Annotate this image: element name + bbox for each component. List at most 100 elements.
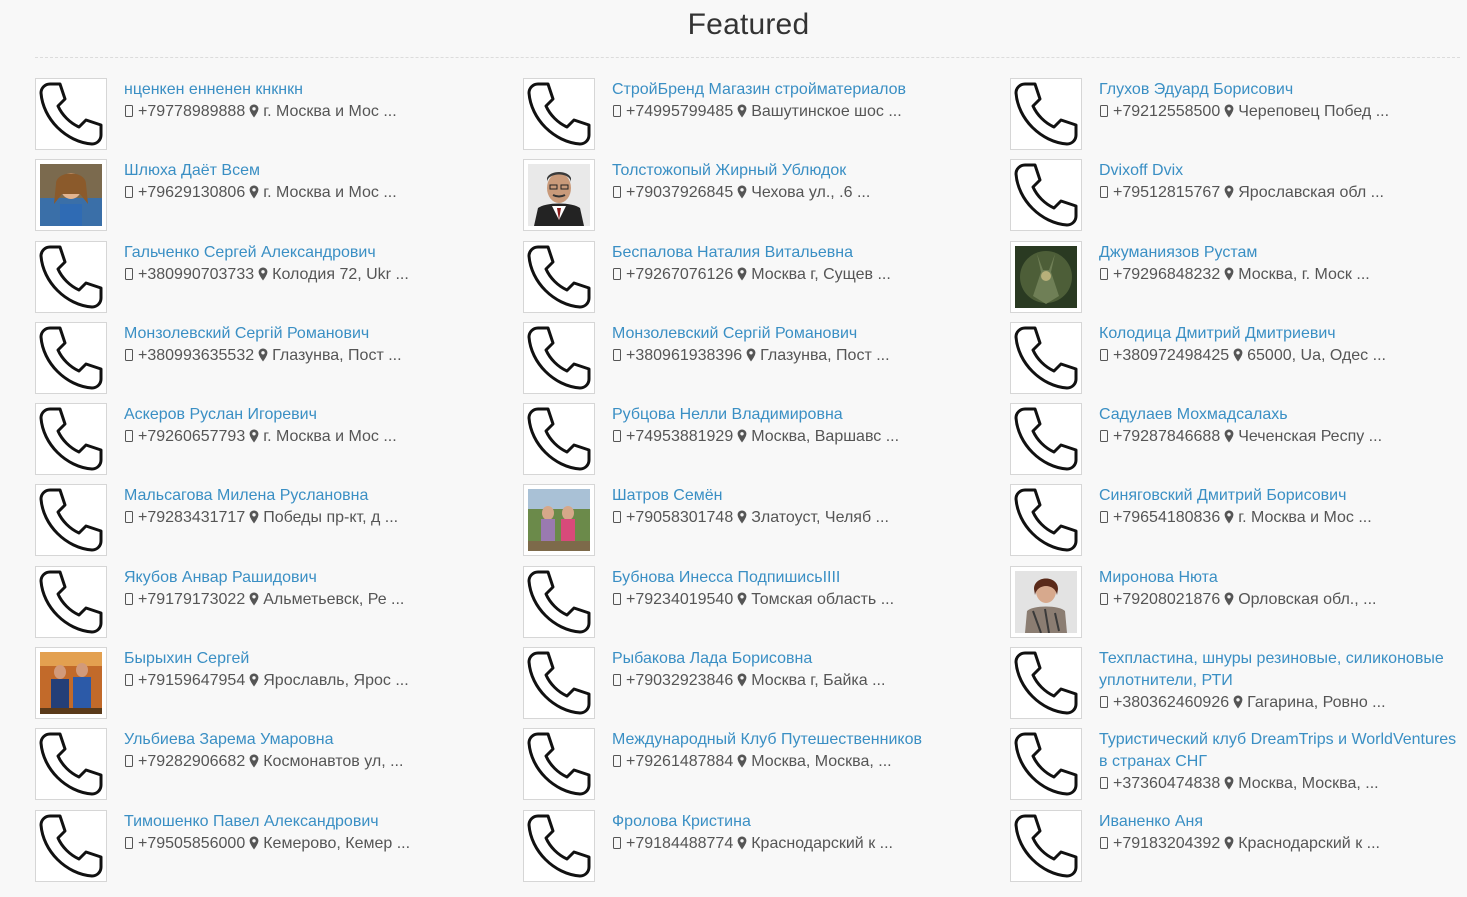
- map-marker-icon: [249, 673, 259, 687]
- contact-address: Краснодарский к ...: [751, 834, 893, 852]
- contact-name-link[interactable]: Глухов Эдуард Борисович: [1099, 79, 1461, 101]
- contact-avatar[interactable]: [523, 159, 595, 232]
- contact-photo: [1015, 570, 1077, 633]
- contact-name-link[interactable]: Ульбиева Зарема Умаровна: [124, 729, 517, 751]
- contact-name-link[interactable]: Шатров Семён: [612, 485, 1004, 507]
- phone-handset-icon: [527, 651, 591, 715]
- contact-meta: +79261487884 Москва, Москва, ...: [612, 751, 1004, 773]
- contact-name-link[interactable]: Рубцова Нелли Владимировна: [612, 404, 1004, 426]
- contact-name-link[interactable]: Аскеров Руслан Игоревич: [124, 404, 517, 426]
- contact-avatar[interactable]: [523, 78, 595, 150]
- phone-handset-icon: [39, 488, 103, 552]
- contact-avatar[interactable]: [35, 321, 107, 394]
- contact-avatar[interactable]: [1010, 240, 1082, 313]
- contact-phone: +79512815767: [1113, 184, 1221, 202]
- contact-avatar[interactable]: [35, 159, 107, 232]
- contact-avatar[interactable]: [1010, 728, 1082, 801]
- contact-name-link[interactable]: Джуманиязов Рустам: [1099, 242, 1461, 264]
- contact-info: Аскеров Руслан Игоревич +79260657793 г. М…: [124, 404, 517, 448]
- contact-name-link[interactable]: Миронова Нюта: [1099, 567, 1461, 589]
- contact-phone: +37360474838: [1113, 775, 1221, 793]
- contact-card: Миронова Нюта +79208021876 Орловская обл.…: [1010, 565, 1467, 647]
- contact-name-link[interactable]: Якубов Анвар Рашидович: [124, 567, 517, 589]
- contact-name-link[interactable]: Рыбакова Лада Борисовна: [612, 648, 1004, 670]
- contact-avatar[interactable]: [1010, 809, 1082, 882]
- contact-name-link[interactable]: Беспалова Наталия Витальевна: [612, 242, 1004, 264]
- contact-name-link[interactable]: Международный Клуб Путешественников: [612, 729, 1004, 751]
- contact-address: г. Москва и Мос ...: [263, 103, 397, 120]
- contact-avatar[interactable]: [523, 484, 595, 557]
- contact-avatar[interactable]: [1010, 321, 1082, 394]
- contact-name-link[interactable]: Гальченко Сергей Александрович: [124, 242, 517, 264]
- contact-avatar[interactable]: [523, 565, 595, 638]
- map-marker-icon: [1224, 836, 1234, 850]
- contact-info: Шатров Семён +79058301748 Златоуст, Челяб…: [612, 485, 1004, 529]
- contact-avatar[interactable]: [35, 240, 107, 313]
- mobile-phone-icon: [125, 267, 133, 280]
- contact-meta: +74995799485 Вашутинское шос ...: [612, 101, 1004, 123]
- mobile-phone-icon: [613, 592, 621, 605]
- map-marker-icon: [1224, 185, 1234, 199]
- contact-address: Орловская обл., ...: [1238, 590, 1377, 608]
- contact-name-link[interactable]: Колодица Дмитрий Дмитриевич: [1099, 323, 1461, 345]
- contact-name-link[interactable]: Тимошенко Павел Александрович: [124, 811, 517, 833]
- phone-handset-icon: [1014, 82, 1078, 146]
- contact-avatar[interactable]: [35, 484, 107, 557]
- contact-avatar[interactable]: [1010, 78, 1082, 150]
- contact-name-link[interactable]: Бырыхин Сергей: [124, 648, 517, 670]
- contact-avatar[interactable]: [1010, 159, 1082, 232]
- contact-name-link[interactable]: Синяговский Дмитрий Борисович: [1099, 485, 1461, 507]
- contact-avatar[interactable]: [1010, 403, 1082, 476]
- contact-avatar[interactable]: [523, 728, 595, 801]
- contact-card: Бубнова Инесса ПодпишисьIIII +7923401954…: [523, 565, 1010, 647]
- contact-name-link[interactable]: нценкен енненен кнкнкн: [124, 79, 517, 101]
- contact-name-link[interactable]: Толстожопый Жирный Ублюдок: [612, 160, 1004, 182]
- phone-handset-icon: [39, 82, 103, 146]
- mobile-phone-icon: [1100, 430, 1108, 443]
- contact-phone: +79260657793: [138, 428, 246, 446]
- contact-name-link[interactable]: Техпластина, шнуры резиновые, силиконовы…: [1099, 648, 1461, 692]
- contact-name-link[interactable]: Фролова Кристина: [612, 811, 1004, 833]
- contact-name-link[interactable]: Иваненко Аня: [1099, 811, 1461, 833]
- contact-info: Международный Клуб Путешественников +792…: [612, 729, 1004, 773]
- mobile-phone-icon: [125, 674, 133, 687]
- contact-name-link[interactable]: Dvixoff Dvix: [1099, 160, 1461, 182]
- contact-name-link[interactable]: Садулаев Мохмадсалахь: [1099, 404, 1461, 426]
- contact-avatar[interactable]: [35, 647, 107, 720]
- contact-avatar[interactable]: [35, 78, 107, 150]
- contact-card: Шлюха Даёт Всем +79629130806 г. Москва и …: [35, 159, 523, 240]
- contact-name-link[interactable]: Бубнова Инесса ПодпишисьIIII: [612, 567, 1004, 589]
- contact-name-link[interactable]: Шлюха Даёт Всем: [124, 160, 517, 182]
- featured-page: Featured нценкен енненен кнкнкн +7977898…: [0, 0, 1467, 897]
- contact-avatar[interactable]: [35, 728, 107, 801]
- phone-handset-icon: [39, 814, 103, 878]
- contact-info: Бубнова Инесса ПодпишисьIIII +7923401954…: [612, 567, 1004, 611]
- heading-divider: [35, 57, 1460, 58]
- contact-name-link[interactable]: Мальсагова Милена Руслановна: [124, 485, 517, 507]
- contact-avatar[interactable]: [523, 321, 595, 394]
- contact-avatar[interactable]: [1010, 647, 1082, 720]
- contact-meta: +380972498425 65000, Ua, Одес ...: [1099, 345, 1461, 367]
- contact-avatar[interactable]: [523, 403, 595, 476]
- contact-avatar[interactable]: [523, 240, 595, 313]
- phone-handset-icon: [527, 82, 591, 146]
- contact-avatar[interactable]: [35, 403, 107, 476]
- mobile-phone-icon: [1100, 348, 1108, 361]
- contact-info: Туристический клуб DreamTrips и WorldVen…: [1099, 729, 1461, 795]
- contact-address: Москва, Варшавс ...: [751, 428, 900, 446]
- contact-name-link[interactable]: Монзолевский Сергій Романович: [124, 323, 517, 345]
- contact-name-link[interactable]: Монзолевский Сергій Романович: [612, 323, 1004, 345]
- mobile-phone-icon: [125, 836, 133, 849]
- contact-info: Беспалова Наталия Витальевна +7926707612…: [612, 242, 1004, 286]
- phone-handset-icon: [1014, 651, 1078, 715]
- contact-address: Москва г, Сущев ...: [751, 265, 891, 283]
- contact-name-link[interactable]: Туристический клуб DreamTrips и WorldVen…: [1099, 729, 1461, 773]
- contact-phone: +79283431717: [138, 509, 246, 527]
- contact-avatar[interactable]: [1010, 565, 1082, 638]
- contact-name-link[interactable]: СтройБренд Магазин стройматериалов: [612, 79, 1004, 101]
- contact-avatar[interactable]: [35, 809, 107, 882]
- contact-avatar[interactable]: [523, 647, 595, 720]
- contact-avatar[interactable]: [35, 565, 107, 638]
- contact-avatar[interactable]: [523, 809, 595, 882]
- contact-avatar[interactable]: [1010, 484, 1082, 557]
